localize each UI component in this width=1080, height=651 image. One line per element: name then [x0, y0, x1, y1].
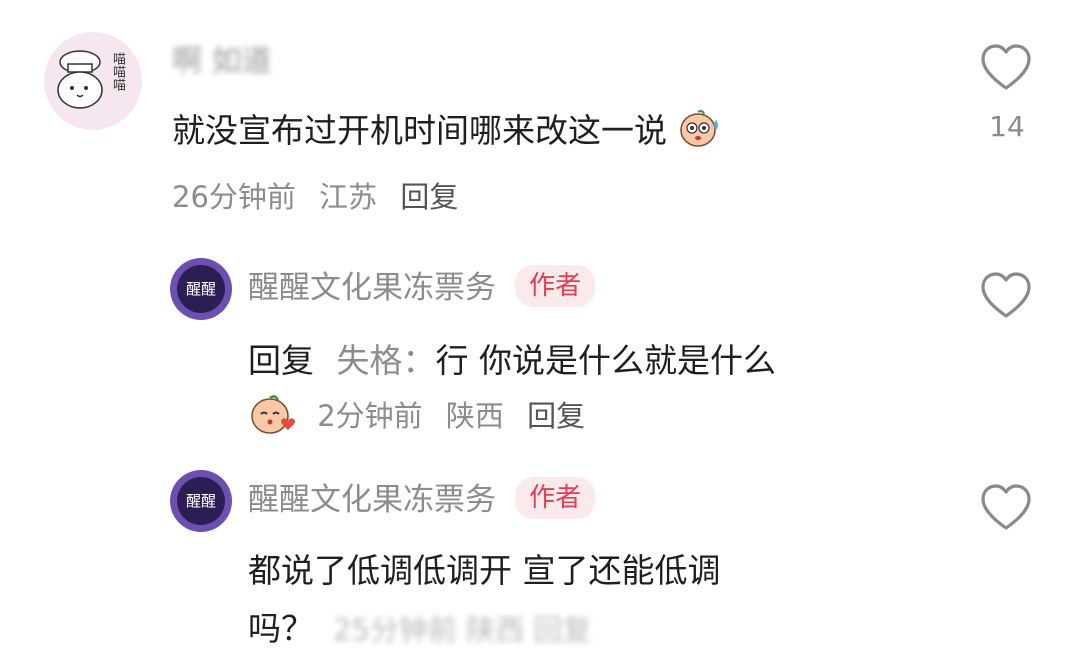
chef-cat-avatar-icon [45, 33, 141, 129]
reply-text-line2: 吗？ [248, 609, 314, 648]
avatar-text: 喵喵喵 [110, 52, 125, 91]
author-badge: 作者 [515, 477, 596, 519]
reply-username[interactable]: 醒醒文化果冻票务 [248, 482, 496, 518]
svg-text:醒醒: 醒醒 [186, 280, 216, 298]
reply-location: 陕西 [445, 399, 504, 433]
svg-text:醒醒: 醒醒 [186, 492, 216, 510]
comment-username[interactable]: 啊 如道 [172, 36, 272, 80]
reply-text-line2-row: 吗？ 25分钟前 陕西 回复 [248, 602, 591, 650]
avatar[interactable]: 醒醒 [170, 258, 232, 320]
comment-location: 江苏 [319, 180, 378, 214]
reply-button[interactable]: 回复 [400, 180, 458, 214]
heart-icon [981, 484, 1031, 530]
reply-to-user[interactable]: 失格： [337, 341, 436, 380]
comment-meta: 26分钟前 江苏 回复 [172, 174, 472, 216]
comment-text-content: 就没宣布过开机时间哪来改这一说 [172, 111, 667, 150]
comment-time: 26分钟前 [172, 180, 296, 214]
author-badge: 作者 [515, 265, 596, 307]
like-count: 14 [989, 110, 1025, 143]
brand-logo-icon: 醒醒 [171, 259, 231, 319]
reply-button[interactable]: 回复 [527, 399, 585, 433]
brand-logo-icon: 醒醒 [171, 471, 231, 531]
reply-meta: 25分钟前 陕西 回复 [333, 613, 592, 647]
reply-text-line1: 都说了低调低调开 宣了还能低调 [248, 551, 721, 590]
reply-content: 行 你说是什么就是什么 [435, 341, 777, 380]
heart-icon [981, 44, 1031, 90]
sweat-emoji-icon [679, 109, 718, 147]
kiss-emoji-icon [251, 395, 295, 434]
avatar[interactable]: 醒醒 [170, 470, 232, 532]
reply-username[interactable]: 醒醒文化果冻票务 [248, 270, 496, 306]
reply-meta: 2分钟前 陕西 回复 [248, 392, 599, 436]
heart-icon [981, 272, 1031, 318]
like-button[interactable] [979, 42, 1033, 100]
comment-text: 就没宣布过开机时间哪来改这一说 [172, 104, 722, 152]
like-button[interactable] [979, 482, 1033, 540]
reply-time: 2分钟前 [317, 399, 423, 433]
reply-prefix: 回复 [248, 341, 314, 380]
reply-text: 回复 失格：行 你说是什么就是什么 [248, 334, 776, 382]
avatar[interactable]: 喵喵喵 [44, 32, 142, 130]
like-button[interactable] [979, 270, 1033, 328]
reply-header: 醒醒文化果冻票务 作者 [248, 262, 596, 307]
reply-header: 醒醒文化果冻票务 作者 [248, 474, 596, 519]
